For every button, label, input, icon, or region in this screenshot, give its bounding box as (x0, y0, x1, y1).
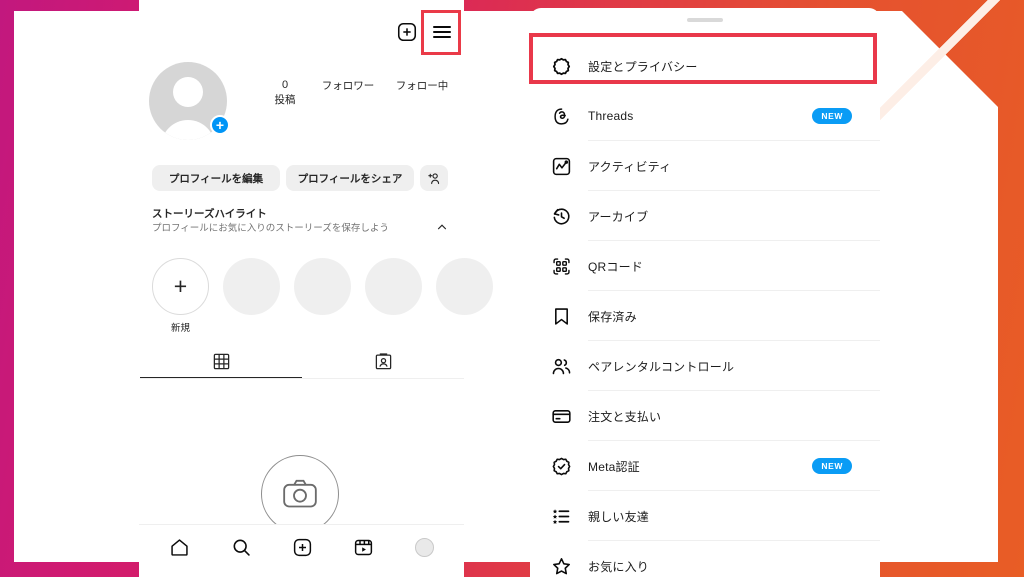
profile-topbar (139, 8, 464, 56)
menu-item-close-friends[interactable]: 親しい友達 (530, 491, 880, 541)
camera-shortcut[interactable] (261, 455, 339, 533)
reels-icon[interactable] (353, 537, 374, 558)
bookmark-icon (548, 303, 574, 329)
menu-item-label: アーカイブ (588, 209, 649, 224)
menu-item-label: 注文と支払い (588, 409, 662, 424)
menu-item-label: 設定とプライバシー (588, 59, 698, 74)
menu-item-label: QRコード (588, 259, 644, 274)
archive-clock-icon (548, 203, 574, 229)
menu-item-label: 保存済み (588, 309, 637, 324)
plus-icon: + (152, 258, 209, 315)
bottom-navigation-bar (139, 524, 464, 569)
camera-icon (280, 474, 320, 514)
instagram-profile-screen: + 0 投稿 フォロワー フォロー中 プロフィールを編集 プロフィールをシェア (139, 0, 493, 577)
qr-code-icon (548, 253, 574, 279)
menu-item-parental-controls[interactable]: ペアレンタルコントロール (530, 341, 880, 391)
highlight-placeholder[interactable] (436, 258, 493, 315)
star-icon (548, 553, 574, 577)
stat-followers-label: フォロワー (321, 80, 375, 92)
grid-icon (212, 352, 231, 371)
home-icon[interactable] (169, 537, 190, 558)
new-badge: NEW (812, 458, 852, 474)
highlight-thumb (294, 258, 351, 315)
menu-item-label: Threads (588, 109, 634, 123)
highlight-placeholder[interactable] (365, 258, 422, 315)
credit-card-icon (548, 403, 574, 429)
threads-icon (548, 103, 574, 129)
gradient-frame: + 0 投稿 フォロワー フォロー中 プロフィールを編集 プロフィールをシェア (0, 0, 1024, 577)
add-person-icon[interactable] (420, 165, 448, 191)
menu-item-orders-payments[interactable]: 注文と支払い (530, 391, 880, 441)
profile-stats: 0 投稿 フォロワー フォロー中 (259, 78, 459, 108)
share-profile-button[interactable]: プロフィールをシェア (286, 165, 414, 191)
menu-item-archive[interactable]: アーカイブ (530, 191, 880, 241)
profile-avatar-icon[interactable] (414, 537, 434, 557)
menu-item-settings-privacy[interactable]: 設定とプライバシー (530, 41, 880, 91)
menu-item-activity[interactable]: アクティビティ (530, 141, 880, 191)
highlight-thumb (365, 258, 422, 315)
profile-action-buttons: プロフィールを編集 プロフィールをシェア (152, 165, 448, 191)
menu-item-label: お気に入り (588, 559, 650, 574)
avatar-body (161, 120, 215, 140)
avatar-head (173, 77, 203, 107)
menu-item-label: ペアレンタルコントロール (588, 359, 735, 374)
people-icon (548, 353, 574, 379)
gear-icon (548, 53, 574, 79)
hamburger-menu-highlight-box (421, 10, 461, 55)
menu-item-meta-verified[interactable]: Meta認証 NEW (530, 441, 880, 491)
instagram-menu-sheet: 設定とプライバシー Threads NEW アクティビティ アーカイブ QRコー… (530, 8, 880, 577)
tab-grid[interactable] (140, 345, 302, 378)
search-icon[interactable] (231, 537, 252, 558)
tagged-person-icon (374, 352, 393, 371)
activity-chart-icon (548, 153, 574, 179)
menu-item-saved[interactable]: 保存済み (530, 291, 880, 341)
menu-item-label: Meta認証 (588, 459, 640, 474)
highlight-placeholder[interactable] (223, 258, 280, 315)
highlights-title: ストーリーズハイライト (152, 208, 267, 220)
highlight-thumb (223, 258, 280, 315)
menu-item-favorites[interactable]: お気に入り (530, 541, 880, 577)
avatar[interactable]: + (149, 62, 230, 142)
highlight-placeholder[interactable] (294, 258, 351, 315)
highlights-subtitle: プロフィールにお気に入りのストーリーズを保存しよう (152, 223, 389, 234)
stat-followers[interactable]: フォロワー (311, 78, 385, 94)
highlight-new[interactable]: + 新規 (152, 258, 209, 334)
plus-square-icon[interactable] (292, 537, 313, 558)
menu-item-label: 親しい友達 (588, 509, 650, 524)
menu-item-label: アクティビティ (588, 159, 672, 174)
edit-profile-button[interactable]: プロフィールを編集 (152, 165, 280, 191)
stat-posts[interactable]: 0 投稿 (259, 78, 311, 108)
menu-item-qr-code[interactable]: QRコード (530, 241, 880, 291)
highlight-new-label: 新規 (170, 323, 190, 334)
plus-icon[interactable]: + (210, 115, 230, 135)
close-friends-list-icon (548, 503, 574, 529)
stat-following-label: フォロー中 (395, 80, 449, 92)
menu-item-list: 設定とプライバシー Threads NEW アクティビティ アーカイブ QRコー… (530, 41, 880, 577)
tab-tagged[interactable] (302, 345, 464, 378)
drag-handle[interactable] (687, 18, 723, 22)
stories-highlights-row: + 新規 (152, 258, 493, 334)
profile-tabs (140, 345, 464, 379)
stat-posts-number: 0 (281, 79, 289, 91)
stat-posts-label: 投稿 (274, 94, 296, 106)
plus-square-icon[interactable] (396, 21, 418, 43)
stat-following[interactable]: フォロー中 (385, 78, 459, 94)
menu-item-threads[interactable]: Threads NEW (530, 91, 880, 141)
stories-highlights-header: ストーリーズハイライト プロフィールにお気に入りのストーリーズを保存しよう (152, 207, 452, 235)
chevron-up-icon[interactable] (435, 220, 449, 234)
highlight-thumb (436, 258, 493, 315)
new-badge: NEW (812, 108, 852, 124)
verified-badge-icon (548, 453, 574, 479)
